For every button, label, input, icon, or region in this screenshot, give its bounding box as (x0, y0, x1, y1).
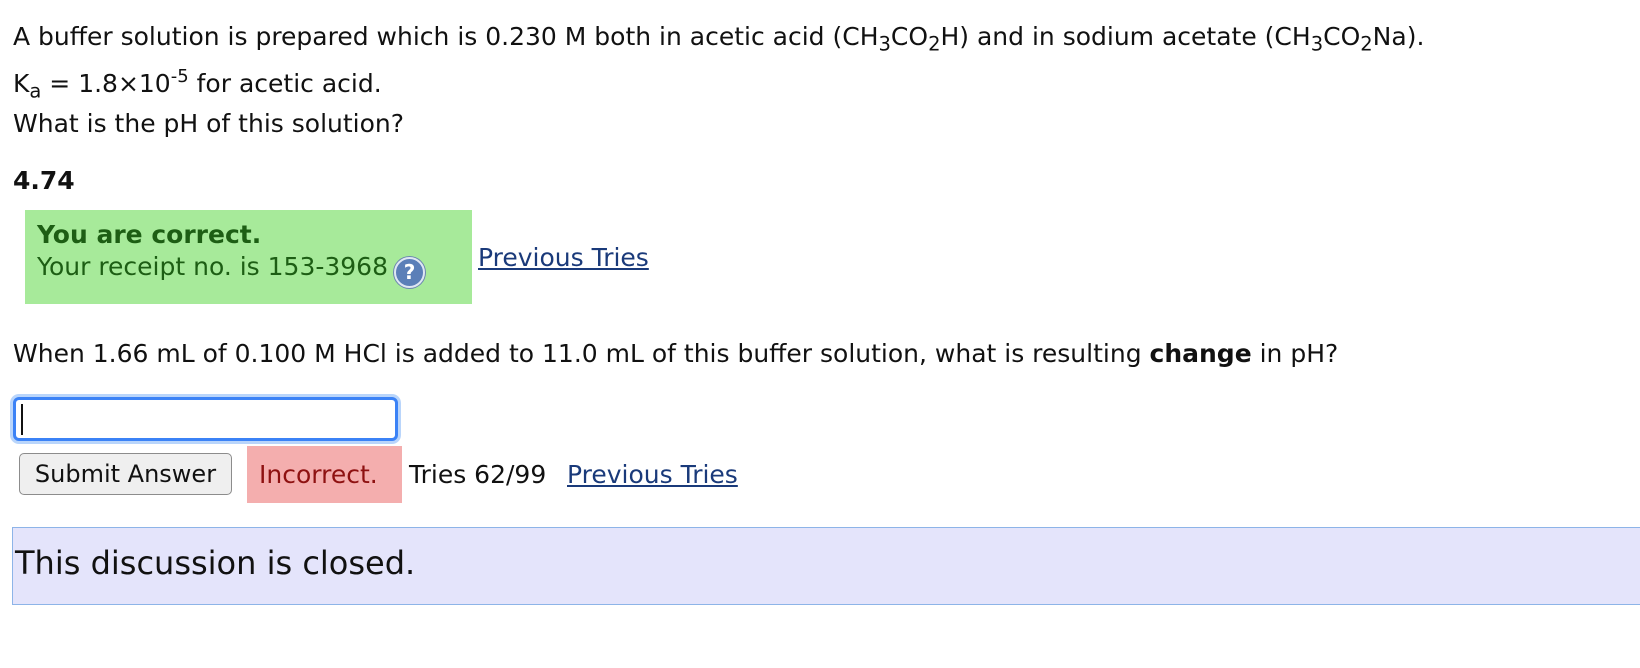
ka-statement: Ka = 1.8×10-5 for acetic acid. (13, 66, 382, 103)
help-icon[interactable]: ? (394, 257, 425, 288)
answer-input[interactable] (13, 397, 398, 441)
question1-prompt: What is the pH of this solution? (13, 109, 405, 138)
submit-answer-button[interactable]: Submit Answer (19, 453, 232, 495)
incorrect-feedback-box: Incorrect. (247, 446, 402, 503)
tries-counter: Tries 62/99 (409, 460, 547, 489)
text-caret (21, 404, 23, 435)
receipt-line: Your receipt no. is 153-3968? (37, 250, 460, 288)
previous-tries-link-2[interactable]: Previous Tries (567, 460, 738, 490)
discussion-closed-banner: This discussion is closed. (12, 527, 1640, 605)
question2-text: When 1.66 mL of 0.100 M HCl is added to … (13, 339, 1339, 368)
previous-tries-link-1[interactable]: Previous Tries (478, 243, 649, 273)
question1-text: A buffer solution is prepared which is 0… (13, 22, 1425, 56)
correct-feedback-box: You are correct. Your receipt no. is 153… (25, 210, 472, 304)
receipt-text: Your receipt no. is 153-3968 (37, 252, 388, 281)
submitted-answer: 4.74 (13, 166, 75, 195)
correct-status-text: You are correct. (37, 220, 262, 249)
